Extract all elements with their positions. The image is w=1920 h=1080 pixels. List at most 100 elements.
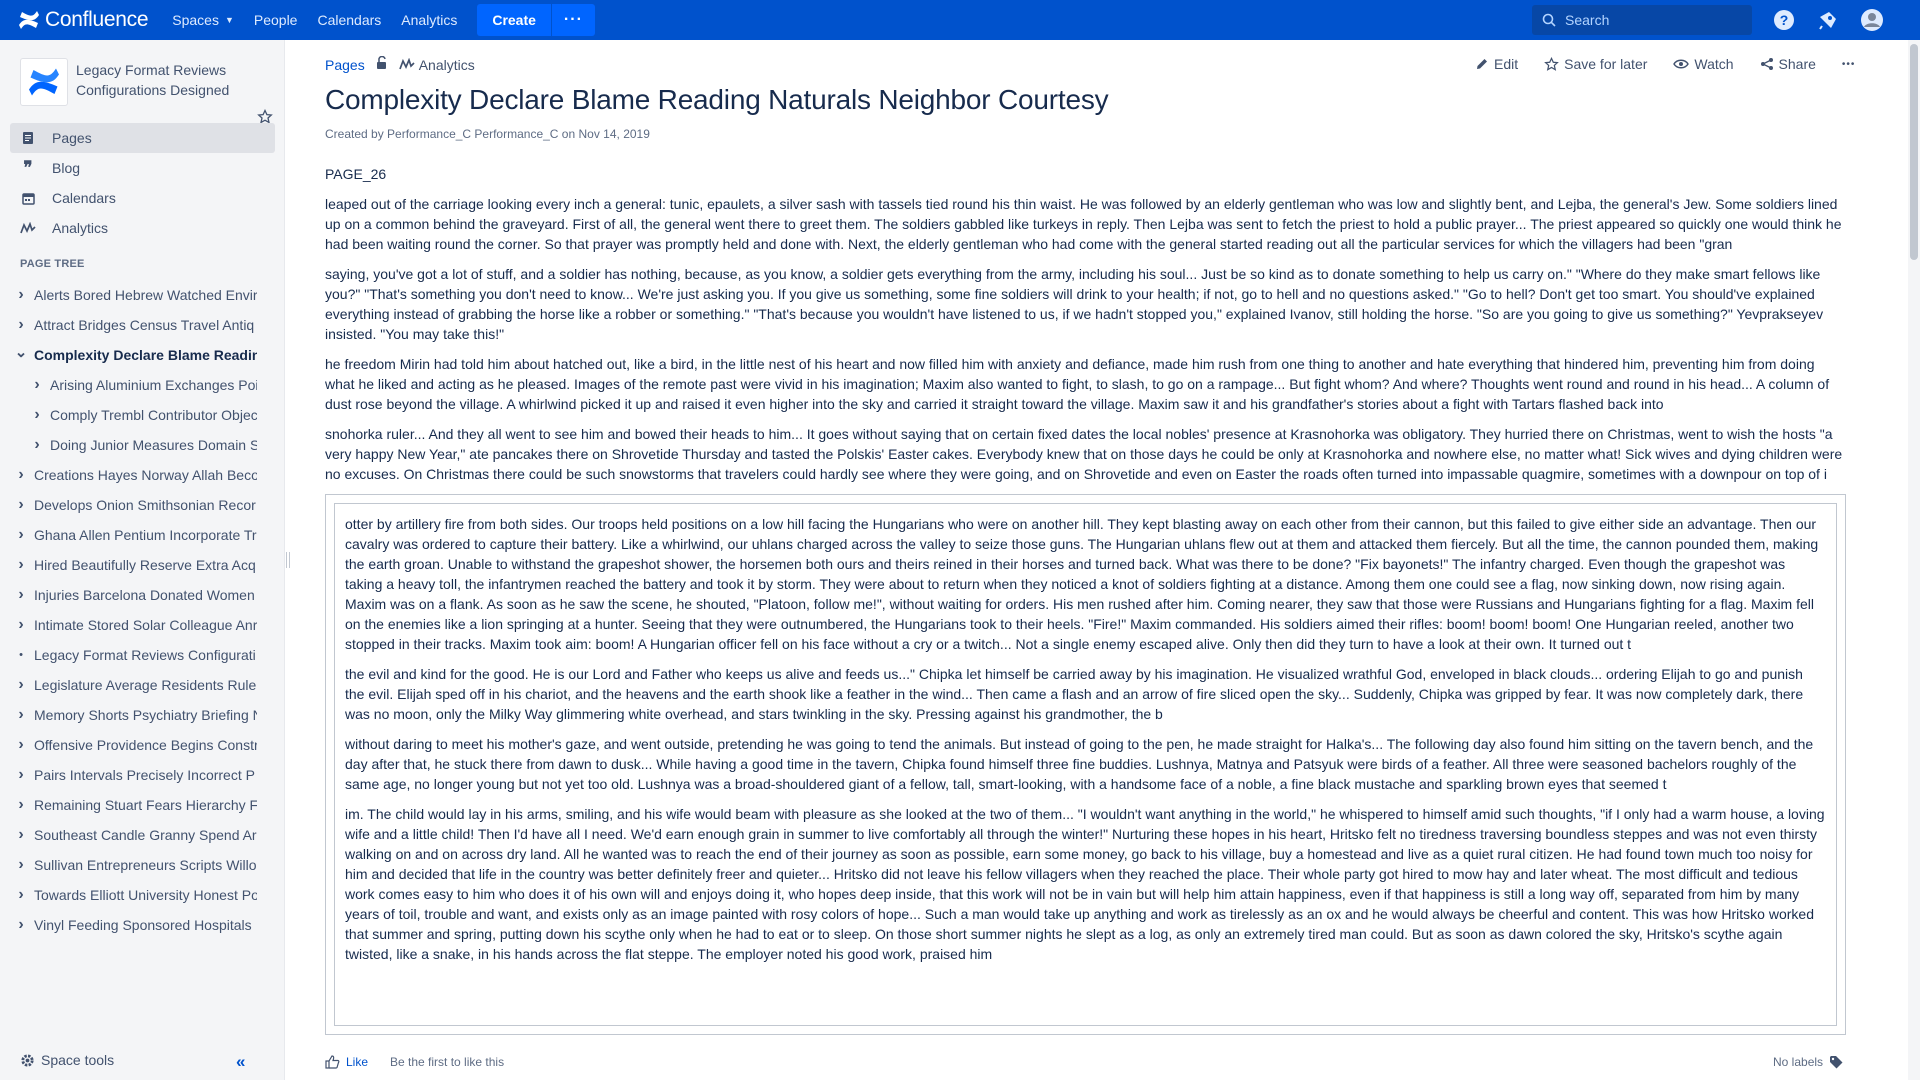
create-more-button[interactable]: ···	[550, 4, 595, 36]
page-tree-label: Southeast Candle Granny Spend Ar	[34, 827, 257, 843]
breadcrumb-analytics[interactable]: Analytics	[419, 57, 475, 73]
help-icon[interactable]: ?	[1772, 8, 1796, 32]
restrictions-icon[interactable]	[375, 55, 389, 73]
space-header[interactable]: Legacy Format Reviews Configurations Des…	[20, 58, 256, 106]
chevron-right-icon[interactable]: ›	[14, 556, 28, 574]
content-paragraph: leaped out of the carriage looking every…	[325, 196, 1842, 252]
nav-calendars-label: Calendars	[317, 12, 382, 28]
nav-spaces[interactable]: Spaces ▼	[162, 4, 244, 36]
panel-body: otter by artillery fire from both sides.…	[334, 503, 1837, 1026]
page-tree-item[interactable]: › Ghana Allen Pentium Incorporate Tr	[14, 520, 257, 550]
chevron-right-icon[interactable]: ›	[30, 406, 44, 424]
page-tree-label: Doing Junior Measures Domain S	[50, 437, 257, 453]
page-tree-item[interactable]: › Arising Aluminium Exchanges Poi	[14, 370, 257, 400]
search-input[interactable]: Search	[1532, 5, 1752, 35]
page-tree-item[interactable]: › Pairs Intervals Precisely Incorrect P	[14, 760, 257, 790]
sidebar-resize-handle[interactable]	[286, 552, 290, 568]
search-placeholder: Search	[1565, 12, 1610, 28]
page-scrollbar[interactable]	[1908, 40, 1920, 1080]
page-tree-item[interactable]: • Legacy Format Reviews Configurati	[14, 640, 257, 670]
created-date[interactable]: Nov 14, 2019	[579, 127, 650, 141]
pages-icon	[20, 131, 36, 145]
page-tree-label: Remaining Stuart Fears Hierarchy F	[34, 797, 257, 813]
chevron-right-icon[interactable]: ›	[14, 316, 28, 334]
share-button[interactable]: Share	[1760, 56, 1816, 72]
page-tree-item[interactable]: › Attract Bridges Census Travel Antiq	[14, 310, 257, 340]
calendar-icon	[20, 192, 36, 205]
like-button[interactable]: Like	[325, 1055, 368, 1069]
page-tree-item[interactable]: › Offensive Providence Begins Constr	[14, 730, 257, 760]
author-link[interactable]: Performance_C Performance_C	[387, 127, 558, 141]
page-tree-item[interactable]: › Hired Beautifully Reserve Extra Acq	[14, 550, 257, 580]
panel-paragraph: im. The child would lay in his arms, smi…	[345, 806, 1825, 962]
page-tree-item[interactable]: › Southeast Candle Granny Spend Ar	[14, 820, 257, 850]
nav-analytics[interactable]: Analytics	[391, 4, 467, 36]
nav-people-label: People	[253, 12, 298, 28]
page-tree-item[interactable]: › Alerts Bored Hebrew Watched Envir	[14, 280, 257, 310]
space-name[interactable]: Legacy Format Reviews Configurations Des…	[76, 58, 256, 100]
sidebar-item-calendars[interactable]: Calendars	[10, 183, 275, 213]
chevron-right-icon[interactable]: ›	[14, 526, 28, 544]
page-tree-item[interactable]: › Doing Junior Measures Domain S	[14, 430, 257, 460]
save-for-later-button[interactable]: Save for later	[1544, 56, 1647, 72]
chevron-right-icon[interactable]: ›	[30, 376, 44, 394]
confluence-logo[interactable]: Confluence	[0, 0, 162, 40]
sidebar-item-analytics[interactable]: Analytics	[10, 213, 275, 243]
page-tree-item[interactable]: › Memory Shorts Psychiatry Briefing N	[14, 700, 257, 730]
page-content: PAGE_26 leaped out of the carriage looki…	[325, 164, 1845, 494]
chevron-right-icon[interactable]: ›	[14, 706, 28, 724]
collapse-sidebar-icon[interactable]: «	[236, 1052, 245, 1072]
search-icon	[1542, 13, 1556, 27]
page-tree-item[interactable]: ⌄ Complexity Declare Blame Readin	[14, 340, 257, 370]
page-tree-item[interactable]: › Legislature Average Residents Rule	[14, 670, 257, 700]
chevron-right-icon[interactable]: ›	[14, 586, 28, 604]
more-actions-button[interactable]: •••	[1842, 59, 1856, 70]
sidebar-item-blog[interactable]: ❞ Blog	[10, 153, 275, 183]
share-label: Share	[1778, 56, 1816, 72]
chevron-right-icon[interactable]: ›	[14, 466, 28, 484]
chevron-right-icon[interactable]: ›	[14, 796, 28, 814]
page-tree-label: Hired Beautifully Reserve Extra Acq	[34, 557, 256, 573]
page-tree-item[interactable]: › Remaining Stuart Fears Hierarchy F	[14, 790, 257, 820]
scrollbar-thumb[interactable]	[1910, 44, 1918, 260]
page-tree-item[interactable]: › Develops Onion Smithsonian Recor	[14, 490, 257, 520]
page-tree-label: Alerts Bored Hebrew Watched Envir	[34, 287, 257, 303]
chevron-right-icon[interactable]: ›	[14, 826, 28, 844]
chevron-right-icon[interactable]: ›	[14, 286, 28, 304]
chevron-right-icon[interactable]: ›	[14, 616, 28, 634]
page-tree-item[interactable]: › Vinyl Feeding Sponsored Hospitals	[14, 910, 257, 940]
page-tree-item[interactable]: › Comply Trembl Contributor Objec	[14, 400, 257, 430]
nav-people[interactable]: People	[244, 4, 308, 36]
page-tree-item[interactable]: › Injuries Barcelona Donated Women	[14, 580, 257, 610]
notifications-icon[interactable]	[1816, 8, 1840, 32]
nav-calendars[interactable]: Calendars	[307, 4, 391, 36]
page-tree-label: Towards Elliott University Honest Po	[34, 887, 257, 903]
chevron-right-icon[interactable]: ›	[14, 856, 28, 874]
chevron-right-icon[interactable]: ›	[14, 736, 28, 754]
chevron-right-icon[interactable]: ›	[14, 766, 28, 784]
space-logo-icon[interactable]	[20, 58, 68, 106]
chevron-right-icon[interactable]: ›	[14, 676, 28, 694]
user-avatar-icon[interactable]	[1860, 8, 1884, 32]
labels-section: No labels	[1773, 1055, 1843, 1069]
chevron-down-icon[interactable]: ⌄	[14, 343, 28, 361]
chevron-right-icon[interactable]: ›	[14, 916, 28, 934]
page-tree-item[interactable]: › Towards Elliott University Honest Po	[14, 880, 257, 910]
chevron-right-icon[interactable]: ›	[14, 886, 28, 904]
content-paragraph: he freedom Mirin had told him about hatc…	[325, 356, 1830, 412]
sidebar-item-pages[interactable]: Pages	[10, 123, 275, 153]
analytics-icon	[398, 57, 415, 73]
chevron-right-icon[interactable]: ›	[14, 496, 28, 514]
chevron-right-icon[interactable]: ›	[30, 436, 44, 454]
space-tools-button[interactable]: Space tools	[20, 1052, 114, 1068]
page-tree-item[interactable]: › Creations Hayes Norway Allah Beco	[14, 460, 257, 490]
page-tree-item[interactable]: › Intimate Stored Solar Colleague Anr	[14, 610, 257, 640]
watch-button[interactable]: Watch	[1673, 56, 1734, 72]
breadcrumb-pages[interactable]: Pages	[325, 57, 365, 73]
page-tree: › Alerts Bored Hebrew Watched Envir › Attra…	[14, 280, 257, 940]
edit-button[interactable]: Edit	[1475, 56, 1518, 72]
tag-icon[interactable]	[1829, 1055, 1843, 1069]
page-tree-item[interactable]: › Sullivan Entrepreneurs Scripts Willo	[14, 850, 257, 880]
create-button[interactable]: Create	[477, 4, 551, 36]
share-icon	[1760, 58, 1773, 70]
